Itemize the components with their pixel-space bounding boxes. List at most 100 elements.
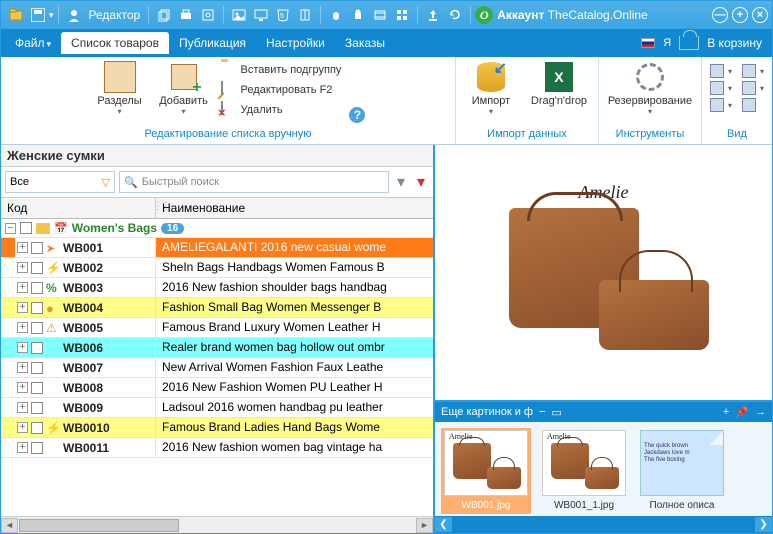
search-input[interactable]: 🔍Быстрый поиск — [119, 171, 389, 193]
checkbox[interactable] — [31, 402, 43, 414]
thumb-next-icon[interactable]: → — [755, 406, 766, 419]
checkbox[interactable] — [20, 222, 32, 234]
table-row[interactable]: + WB007 New Arrival Women Fashion Faux L… — [1, 358, 433, 378]
thumbnail[interactable]: The quick brownJackdaws love mThe five b… — [637, 428, 727, 514]
image-icon[interactable] — [231, 7, 247, 23]
thumb-add-icon[interactable]: + — [723, 406, 729, 419]
dragndrop-button[interactable]: XDrag'n'drop — [526, 61, 592, 107]
menu-orders[interactable]: Заказы — [335, 32, 395, 54]
col-code[interactable]: Код — [1, 198, 156, 218]
apple-icon[interactable] — [328, 7, 344, 23]
scroll-thumb[interactable] — [19, 519, 179, 532]
checkbox[interactable] — [31, 362, 43, 374]
monitor-icon[interactable] — [253, 7, 269, 23]
filter-combo[interactable]: Все▽ — [5, 171, 115, 193]
table-row[interactable]: + WB0011 2016 New fashion women bag vint… — [1, 438, 433, 458]
film-icon[interactable] — [372, 7, 388, 23]
table-row[interactable]: + WB001 AMELIEGALANTI 2016 new casual wo… — [1, 238, 433, 258]
user-icon[interactable] — [66, 7, 82, 23]
expand-icon[interactable]: + — [17, 422, 28, 433]
checkbox[interactable] — [31, 442, 43, 454]
help-icon[interactable]: ? — [349, 107, 365, 123]
table-row[interactable]: + WB002 SheIn Bags Handbags Women Famous… — [1, 258, 433, 278]
table-row[interactable]: + WB003 2016 New fashion shoulder bags h… — [1, 278, 433, 298]
close-button[interactable]: × — [752, 7, 768, 23]
table-row[interactable]: + WB0010 Famous Brand Ladies Hand Bags W… — [1, 418, 433, 438]
checkbox[interactable] — [31, 282, 43, 294]
minimize-button[interactable]: — — [712, 7, 728, 23]
filter-funnel-icon[interactable]: ▾ — [393, 174, 409, 190]
thumb-pin-icon[interactable]: 📌 — [735, 406, 749, 419]
table-row[interactable]: + WB005 Famous Brand Luxury Women Leathe… — [1, 318, 433, 338]
thumb-scroll-right-icon[interactable]: ❯ — [755, 517, 772, 532]
print-icon[interactable] — [178, 7, 194, 23]
view-opt3[interactable]: ▾ — [708, 97, 734, 113]
view-opt1[interactable]: ▾ — [708, 63, 734, 79]
thumb-slider-icon[interactable]: ▭ — [551, 406, 561, 419]
table-row[interactable]: + WB009 Ladsoul 2016 women handbag pu le… — [1, 398, 433, 418]
menu-settings[interactable]: Настройки — [256, 32, 335, 54]
delete-button[interactable]: Удалить — [219, 101, 344, 119]
table-row[interactable]: + WB004 Fashion Small Bag Women Messenge… — [1, 298, 433, 318]
lang-button[interactable]: Я — [663, 37, 671, 49]
thumbnail[interactable]: AmelieWB001.jpg — [441, 428, 531, 514]
insert-subgroup-button[interactable]: Вставить подгруппу — [219, 61, 344, 79]
expand-icon[interactable]: + — [17, 302, 28, 313]
checkbox[interactable] — [31, 382, 43, 394]
checkbox[interactable] — [31, 422, 43, 434]
menu-products[interactable]: Список товаров — [61, 32, 169, 54]
html5-icon[interactable]: 5 — [275, 7, 291, 23]
save-icon[interactable] — [30, 7, 46, 23]
expand-icon[interactable]: + — [17, 342, 28, 353]
expand-icon[interactable]: + — [17, 382, 28, 393]
sections-button[interactable]: Разделы▾ — [91, 61, 149, 116]
preview-icon[interactable] — [200, 7, 216, 23]
expand-icon[interactable]: + — [17, 362, 28, 373]
group-row[interactable]: − 📅 Women's Bags 16 — [1, 219, 433, 238]
table-row[interactable]: + WB008 2016 New Fashion Women PU Leathe… — [1, 378, 433, 398]
view-opt6[interactable] — [740, 97, 766, 113]
upload-icon[interactable] — [425, 7, 441, 23]
backup-button[interactable]: Резервирование▾ — [605, 61, 695, 116]
menu-file[interactable]: Файл▾ — [5, 32, 61, 54]
view-opt2[interactable]: ▾ — [708, 80, 734, 96]
checkbox[interactable] — [31, 302, 43, 314]
view-opt5[interactable]: ▾ — [740, 80, 766, 96]
edit-f2-button[interactable]: Редактировать F2 — [219, 81, 344, 99]
checkbox[interactable] — [31, 242, 43, 254]
checkbox[interactable] — [31, 322, 43, 334]
thumb-scroll-left-icon[interactable]: ❮ — [435, 517, 452, 532]
view-opt4[interactable]: ▾ — [740, 63, 766, 79]
maximize-button[interactable]: + — [732, 7, 748, 23]
scroll-left-icon[interactable]: ◄ — [1, 518, 18, 533]
expand-icon[interactable]: − — [5, 223, 16, 234]
flag-icon[interactable] — [641, 38, 655, 48]
thumbnail[interactable]: AmelieWB001_1.jpg — [539, 428, 629, 514]
filter-clear-icon[interactable]: ▾ — [413, 174, 429, 190]
checkbox[interactable] — [31, 262, 43, 274]
cart-button[interactable]: В корзину — [707, 36, 762, 50]
thumb-minus-icon[interactable]: − — [539, 406, 545, 418]
h-scrollbar[interactable]: ◄ ► — [1, 516, 433, 533]
expand-icon[interactable]: + — [17, 242, 28, 253]
col-name[interactable]: Наименование — [156, 198, 433, 218]
grid-icon[interactable] — [394, 7, 410, 23]
android-icon[interactable] — [350, 7, 366, 23]
checkbox[interactable] — [31, 342, 43, 354]
expand-icon[interactable]: + — [17, 322, 28, 333]
menu-publish[interactable]: Публикация — [169, 32, 256, 54]
copy-icon[interactable] — [156, 7, 172, 23]
thumb-scrollbar[interactable]: ❮ ❯ — [435, 516, 772, 533]
expand-icon[interactable]: + — [17, 442, 28, 453]
save-dropdown-icon[interactable]: ▾ — [49, 10, 54, 21]
scroll-right-icon[interactable]: ► — [416, 518, 433, 533]
cart-icon[interactable] — [679, 36, 699, 50]
expand-icon[interactable]: + — [17, 402, 28, 413]
expand-icon[interactable]: + — [17, 282, 28, 293]
expand-icon[interactable]: + — [17, 262, 28, 273]
add-button[interactable]: Добавить▾ — [155, 61, 213, 116]
book-icon[interactable] — [297, 7, 313, 23]
table-row[interactable]: + WB006 Realer brand women bag hollow ou… — [1, 338, 433, 358]
refresh-icon[interactable] — [447, 7, 463, 23]
import-button[interactable]: Импорт▾ — [462, 61, 520, 116]
